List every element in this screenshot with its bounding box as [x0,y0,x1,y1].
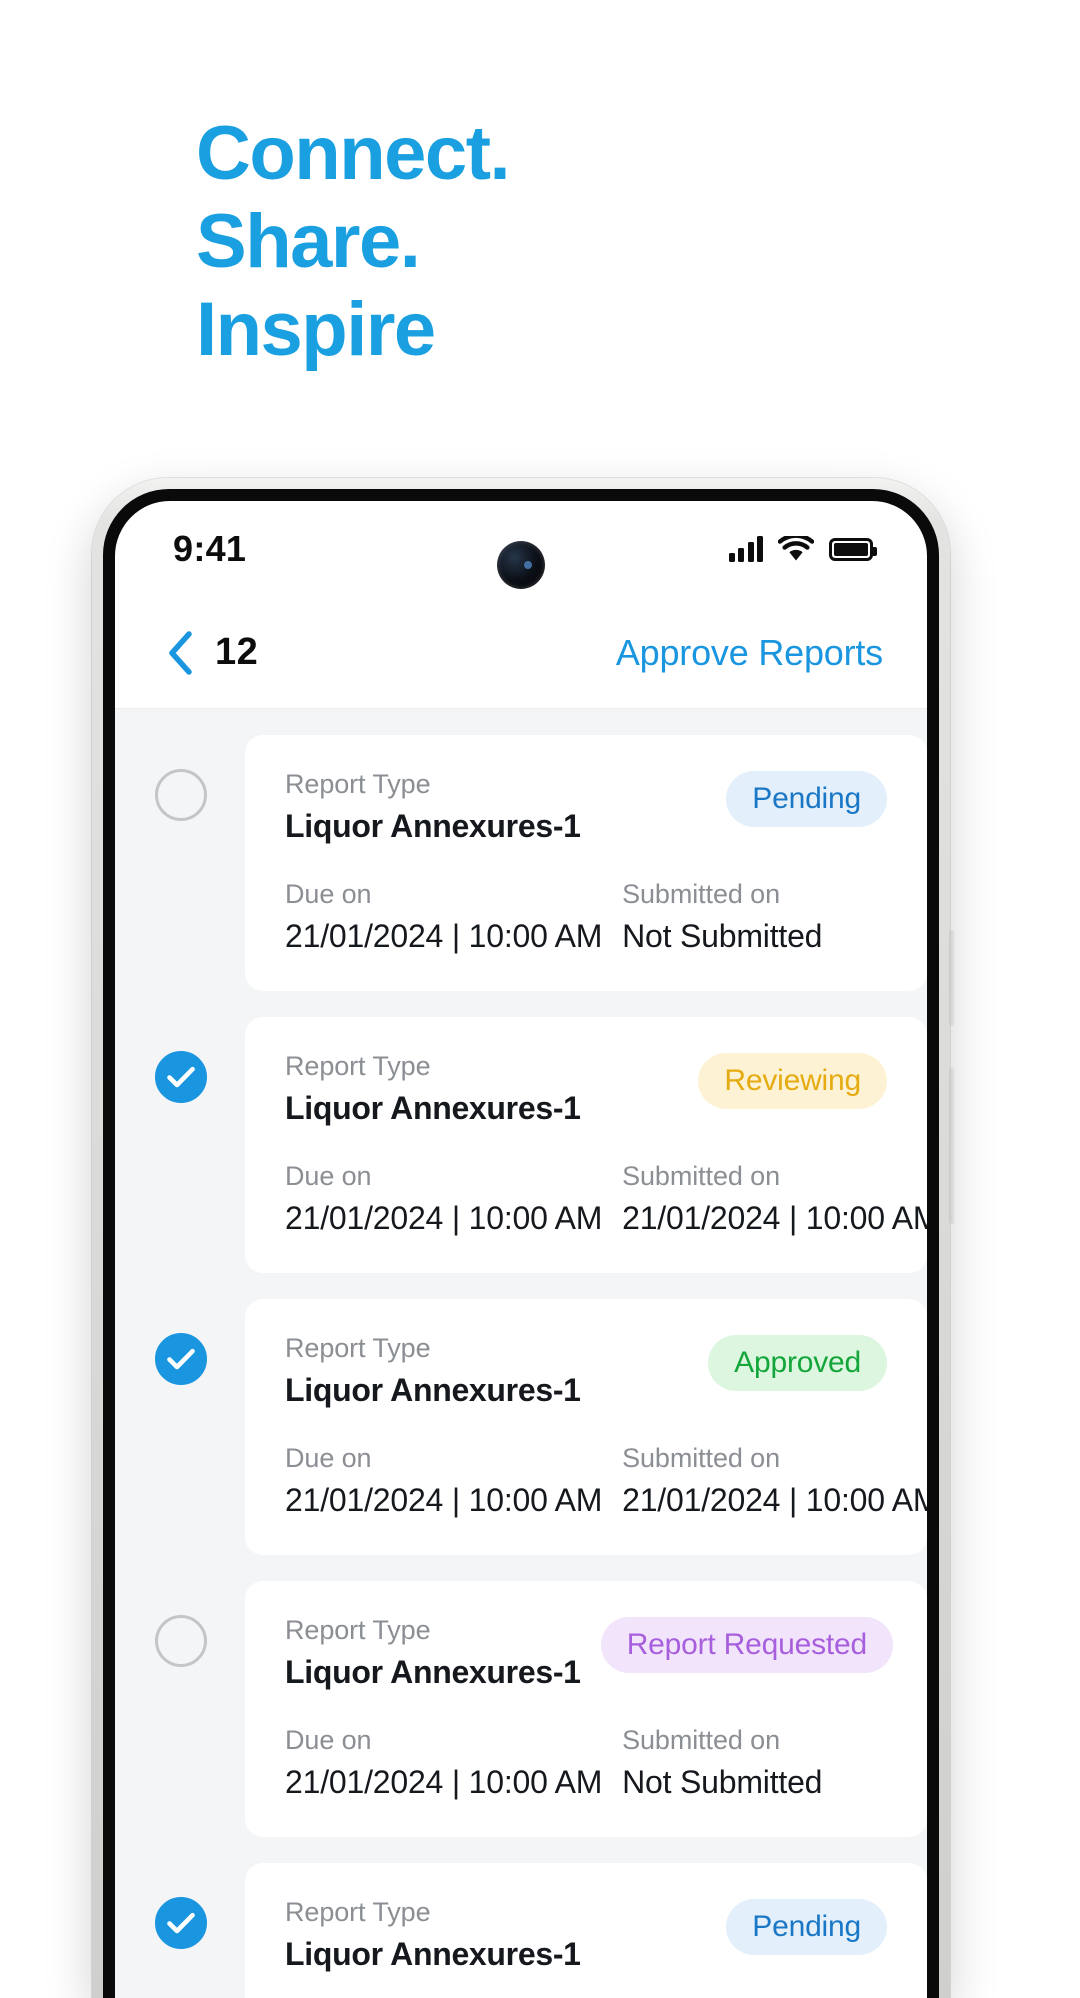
status-badge: Pending [726,1899,887,1955]
chevron-left-icon[interactable] [163,630,197,675]
checkbox-checked-icon[interactable] [155,1333,207,1385]
report-card-header: Report Type Liquor Annexures-1 Pending [285,769,887,845]
submitted-on-label: Submitted on [622,1725,781,1755]
submitted-on-block: Submitted on 21/01/2024 | 10:00 AM [622,1443,927,1519]
submitted-on-label: Submitted on [622,1443,781,1473]
status-badge: Report Requested [600,1617,893,1673]
report-type-block: Report Type Liquor Annexures-1 [285,1051,581,1127]
due-on-label: Due on [285,1443,372,1473]
phone-bezel: 9:41 12 Approve Reports Report Type Liqu… [103,489,939,1998]
phone-side-button-power [949,1068,955,1224]
due-on-value: 21/01/2024 | 10:00 AM [285,1764,603,1800]
submitted-on-block: Submitted on 21/01/2024 | 10:00 AM [622,1161,927,1237]
status-bar-clock: 9:41 [173,528,247,569]
submitted-on-block: Submitted on Not Submitted [622,1725,887,1801]
phone-side-button-volume [949,930,955,1026]
submitted-on-label: Submitted on [622,1161,781,1191]
report-type-block: Report Type Liquor Annexures-1 [285,1615,581,1691]
status-bar: 9:41 [115,501,927,597]
due-on-value: 21/01/2024 | 10:00 AM [285,1482,603,1518]
report-card-header: Report Type Liquor Annexures-1 Report Requ… [285,1615,893,1691]
submitted-on-value: 21/01/2024 | 10:00 AM [622,1482,927,1518]
due-on-value: 21/01/2024 | 10:00 AM [285,1200,603,1236]
front-camera-punch-hole [497,541,545,589]
report-type-label: Report Type [285,769,431,799]
due-on-value: 21/01/2024 | 10:00 AM [285,918,603,954]
report-type-value: Liquor Annexures-1 [285,1090,581,1126]
status-badge: Reviewing [698,1053,887,1109]
due-on-block: Due on 21/01/2024 | 10:00 AM [285,1161,622,1237]
phone-screen: 9:41 12 Approve Reports Report Type Liqu… [115,501,927,1998]
report-type-value: Liquor Annexures-1 [285,1654,581,1690]
report-type-block: Report Type Liquor Annexures-1 [285,1333,581,1409]
report-card[interactable]: Report Type Liquor Annexures-1 Reviewing Du… [245,1017,927,1273]
marketing-headline: Connect. Share. Inspire [196,111,511,373]
due-on-label: Due on [285,879,372,909]
report-row[interactable]: Report Type Liquor Annexures-1 Pending Due … [115,735,927,991]
report-card-details: Due on 21/01/2024 | 10:00 AM Submitted on 2… [285,1443,927,1519]
checkbox-checked-icon[interactable] [155,1051,207,1103]
report-row[interactable]: Report TypeLiquor Annexures-1PendingDue … [115,1863,927,1998]
report-card-header: Report Type Liquor Annexures-1 Pending [285,1897,887,1973]
submitted-on-value: Not Submitted [622,1764,823,1800]
report-type-value: Liquor Annexures-1 [285,1936,581,1972]
due-on-label: Due on [285,1725,372,1755]
status-badge: Approved [708,1335,887,1391]
battery-full-icon [829,537,877,561]
report-type-block: Report Type Liquor Annexures-1 [285,769,581,845]
report-row[interactable]: Report Type Liquor Annexures-1 Approved Due… [115,1299,927,1555]
report-card-details: Due on 21/01/2024 | 10:00 AM Submitted on N… [285,1725,887,1801]
submitted-on-value: 21/01/2024 | 10:00 AM [622,1200,927,1236]
report-card[interactable]: Report Type Liquor Annexures-1 Approved Due… [245,1299,927,1555]
report-card-details: Due on 21/01/2024 | 10:00 AM Submitted on N… [285,879,887,955]
approve-reports-button[interactable]: Approve Reports [616,632,883,674]
submitted-on-block: Submitted on Not Submitted [622,879,887,955]
due-on-block: Due on 21/01/2024 | 10:00 AM [285,879,622,955]
report-card[interactable]: Report TypeLiquor Annexures-1PendingDue … [245,1863,927,1998]
cellular-signal-icon [728,536,763,562]
due-on-block: Due on 21/01/2024 | 10:00 AM [285,1443,622,1519]
status-badge: Pending [726,771,887,827]
due-on-label: Due on [285,1161,372,1191]
report-row[interactable]: Report Type Liquor Annexures-1 Reviewing Du… [115,1017,927,1273]
checkbox-unchecked-icon[interactable] [155,1615,207,1667]
report-row[interactable]: Report Type Liquor Annexures-1 Report Requ… [115,1581,927,1837]
report-type-value: Liquor Annexures-1 [285,1372,581,1408]
report-type-block: Report Type Liquor Annexures-1 [285,1897,581,1973]
submitted-on-value: Not Submitted [622,918,823,954]
selected-count: 12 [215,631,259,673]
report-type-value: Liquor Annexures-1 [285,808,581,844]
due-on-block: Due on 21/01/2024 | 10:00 AM [285,1725,622,1801]
report-card-details: Due on 21/01/2024 | 10:00 AM Submitted on 2… [285,1161,927,1237]
phone-device-frame: 9:41 12 Approve Reports Report Type Liqu… [92,478,955,1998]
checkbox-checked-icon[interactable] [155,1897,207,1949]
navigation-header: 12 Approve Reports [115,597,927,709]
report-card[interactable]: Report Type Liquor Annexures-1 Report Requ… [245,1581,927,1837]
submitted-on-label: Submitted on [622,879,781,909]
report-card[interactable]: Report Type Liquor Annexures-1 Pending Due … [245,735,927,991]
wifi-icon [778,535,814,560]
report-type-label: Report Type [285,1615,431,1645]
report-card-header: Report Type Liquor Annexures-1 Approved [285,1333,887,1409]
report-card-header: Report Type Liquor Annexures-1 Reviewing [285,1051,887,1127]
reports-list[interactable]: Report Type Liquor Annexures-1 Pending Due … [115,709,927,1998]
status-bar-icons [728,535,877,563]
report-type-label: Report Type [285,1051,431,1081]
report-type-label: Report Type [285,1333,431,1363]
checkbox-unchecked-icon[interactable] [155,769,207,821]
report-type-label: Report Type [285,1897,431,1927]
